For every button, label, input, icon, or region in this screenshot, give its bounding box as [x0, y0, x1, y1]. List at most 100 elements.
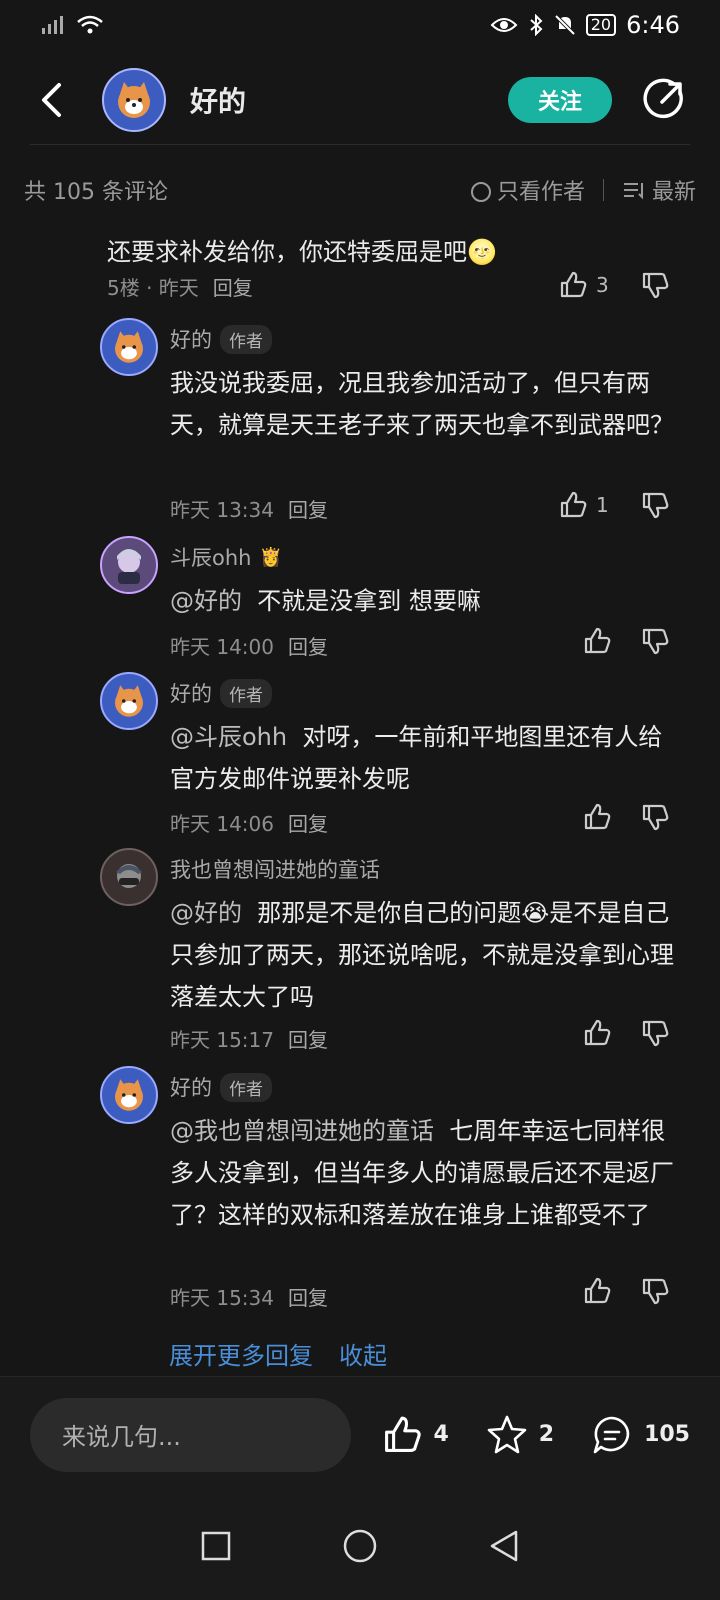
reply-username[interactable]: 我也曾想闯进她的童话	[170, 854, 380, 884]
like-button[interactable]	[582, 1018, 612, 1048]
comments-button[interactable]: 105	[590, 1413, 690, 1457]
dislike-button[interactable]	[640, 626, 670, 656]
expand-controls: 展开更多回复 收起	[169, 1336, 387, 1371]
sort-icon	[623, 183, 643, 200]
thumbs-down-icon	[642, 1278, 669, 1305]
home-icon[interactable]	[342, 1528, 378, 1564]
thumbs-down-icon	[642, 804, 669, 831]
like-button[interactable]	[582, 626, 612, 656]
parent-comment-text: 还要求补发给你，你还特委屈是吧🌝	[107, 238, 497, 266]
floor-time: 5楼 · 昨天	[107, 276, 199, 300]
header-divider	[30, 144, 690, 145]
separator	[602, 179, 604, 201]
thumbs-up-icon	[560, 491, 587, 518]
author-tag: 作者	[220, 678, 272, 708]
reply-content: 那那是不是你自己的问题😭是不是自己只参加了两天，那还说啥呢，不就是没拿到心理落差…	[170, 899, 674, 1011]
username-text: 好的	[170, 328, 212, 352]
reply-avatar[interactable]	[100, 318, 158, 376]
reply-link[interactable]: 回复	[288, 1024, 328, 1053]
reply-meta: 昨天 15:34 回复	[170, 1282, 328, 1311]
shiba-avatar-icon	[115, 331, 143, 363]
reply-time: 昨天 14:00	[170, 635, 274, 659]
star-icon	[487, 1415, 527, 1453]
reply-time: 昨天 13:34	[170, 498, 274, 522]
mention[interactable]: @我也曾想闯进她的童话	[170, 1117, 434, 1145]
dislike-button[interactable]	[640, 270, 670, 300]
dislike-button[interactable]	[640, 1276, 670, 1306]
back-nav-icon[interactable]	[488, 1529, 520, 1563]
share-button[interactable]	[640, 76, 688, 124]
reply-item: 我也曾想闯进她的童话 @好的 那那是不是你自己的问题😭是不是自己只参加了两天，那…	[100, 848, 690, 1058]
signal-icon	[42, 16, 63, 34]
thumbs-down-icon	[642, 272, 669, 299]
reply-avatar[interactable]	[100, 672, 158, 730]
reply-link[interactable]: 回复	[288, 1282, 328, 1311]
comment-input-placeholder: 来说几句...	[62, 1423, 181, 1451]
comment-input[interactable]: 来说几句...	[30, 1397, 352, 1472]
thumbs-down-icon	[642, 628, 669, 655]
back-arrow-icon	[42, 83, 61, 117]
author-name: 好的	[190, 85, 247, 118]
reply-username[interactable]: 好的 作者	[170, 1072, 272, 1102]
author-tag: 作者	[220, 1072, 272, 1102]
post-like-button[interactable]: 4	[381, 1414, 449, 1456]
only-author-label: 只看作者	[496, 180, 585, 205]
dislike-button[interactable]	[640, 802, 670, 832]
reply-link[interactable]: 回复	[288, 808, 328, 837]
comment-bubble-icon	[593, 1416, 630, 1453]
recent-apps-icon[interactable]	[200, 1530, 232, 1562]
header: 好的 关注	[0, 55, 720, 145]
thumbs-up-icon	[385, 1416, 422, 1452]
reply-avatar[interactable]	[100, 1066, 158, 1124]
reply-avatar[interactable]	[100, 848, 158, 906]
author-avatar[interactable]	[102, 68, 166, 132]
author-tag: 作者	[220, 324, 272, 354]
post-like-count: 4	[433, 1422, 449, 1447]
reply-link[interactable]: 回复	[288, 631, 328, 660]
reply-content: 我没说我委屈，况且我参加活动了，但只有两天，就算是天王老子来了两天也拿不到武器吧…	[170, 369, 674, 439]
reply-meta: 昨天 14:00 回复	[170, 631, 328, 660]
like-button[interactable]: 3	[558, 270, 609, 300]
follow-button[interactable]: 关注	[508, 77, 612, 123]
wifi-icon	[77, 15, 103, 34]
like-count: 1	[596, 493, 609, 517]
mention[interactable]: @斗辰ohh	[170, 723, 287, 751]
back-button[interactable]	[32, 80, 72, 120]
thumbs-up-icon	[584, 1277, 611, 1304]
like-button[interactable]	[582, 1276, 612, 1306]
thumbs-up-icon	[584, 1019, 611, 1046]
bluetooth-icon	[530, 14, 543, 36]
dislike-button[interactable]	[640, 490, 670, 520]
reply-link[interactable]: 回复	[213, 272, 253, 301]
shiba-avatar-icon	[115, 685, 143, 717]
battery-indicator: 20	[585, 14, 617, 36]
reply-time: 昨天 15:34	[170, 1286, 274, 1310]
mention[interactable]: @好的	[170, 587, 242, 615]
collapse-replies[interactable]: 收起	[339, 1336, 387, 1371]
anime-avatar-icon	[117, 549, 141, 584]
favorite-button[interactable]: 2	[485, 1413, 554, 1457]
sort-button[interactable]: 最新	[622, 174, 696, 206]
like-button[interactable]: 1	[558, 490, 609, 520]
mention[interactable]: @好的	[170, 899, 242, 927]
reply-time: 昨天 15:17	[170, 1028, 274, 1052]
expand-more-replies[interactable]: 展开更多回复	[169, 1336, 313, 1371]
shiba-avatar-icon	[118, 82, 150, 118]
dislike-button[interactable]	[640, 1018, 670, 1048]
reply-link[interactable]: 回复	[288, 494, 328, 523]
like-count: 3	[596, 273, 609, 297]
only-author-toggle[interactable]: 只看作者	[470, 174, 585, 206]
reply-avatar[interactable]	[100, 536, 158, 594]
thumbs-up-icon	[584, 627, 611, 654]
reply-username[interactable]: 好的 作者	[170, 324, 272, 354]
status-bar: 20 6:46	[0, 0, 720, 50]
reply-username[interactable]: 好的 作者	[170, 678, 272, 708]
system-nav-bar	[0, 1492, 720, 1600]
mute-bell-icon	[554, 14, 576, 36]
reply-item: 好的 作者 我没说我委屈，况且我参加活动了，但只有两天，就算是天王老子来了两天也拿…	[100, 318, 690, 528]
like-button[interactable]	[582, 802, 612, 832]
comment-count: 共 105 条评论	[24, 180, 168, 205]
reply-username[interactable]: 斗辰ohh 👸	[170, 542, 282, 572]
username-text: 好的	[170, 682, 212, 706]
reply-item: 斗辰ohh 👸 @好的 不就是没拿到 想要嘛 昨天 14:00 回复	[100, 536, 690, 666]
